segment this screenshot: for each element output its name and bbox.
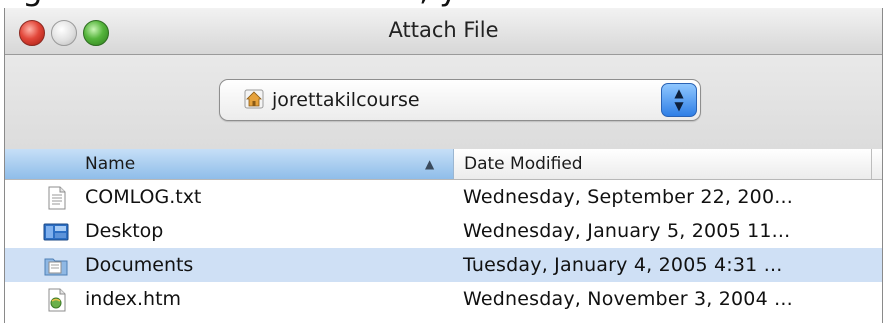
column-header-name[interactable]: Name ▲: [5, 149, 454, 179]
text-file-icon: [48, 186, 66, 210]
sort-ascending-icon: ▲: [425, 157, 435, 171]
file-list: COMLOG.txt Wednesday, September 22, 200.…: [5, 180, 882, 316]
file-row-desktop[interactable]: Desktop Wednesday, January 5, 2005 11...: [5, 214, 882, 248]
location-popup[interactable]: jorettakilcourse ▲ ▼: [219, 79, 701, 121]
file-row-comlog[interactable]: COMLOG.txt Wednesday, September 22, 200.…: [5, 180, 882, 214]
popup-arrows-icon[interactable]: ▲ ▼: [661, 83, 697, 117]
desktop-folder-icon: [43, 223, 69, 241]
column-header-name-label: Name: [85, 154, 136, 174]
file-date-modified: Wednesday, September 22, 200...: [463, 186, 793, 208]
file-name: index.htm: [85, 288, 182, 310]
documents-folder-icon: [44, 258, 68, 276]
window-title: Attach File: [388, 18, 499, 42]
location-toolbar: jorettakilcourse ▲ ▼: [5, 55, 882, 150]
file-name: Desktop: [85, 220, 164, 242]
file-list-header: Name ▲ Date Modified: [5, 149, 882, 180]
file-name: COMLOG.txt: [85, 186, 202, 208]
file-date-modified: Wednesday, November 3, 2004 ...: [463, 288, 793, 310]
file-name: Documents: [85, 254, 194, 276]
file-date-modified: Wednesday, January 5, 2005 11...: [463, 220, 791, 242]
home-icon: [244, 89, 264, 109]
column-header-date-modified[interactable]: Date Modified: [464, 154, 583, 174]
title-bar: Attach File: [5, 8, 882, 55]
file-date-modified: Tuesday, January 4, 2005 4:31 ...: [463, 254, 783, 276]
location-popup-label: jorettakilcourse: [272, 89, 420, 111]
attach-file-dialog: Attach File jorettakilcourse ▲ ▼ Name ▲ D…: [4, 8, 883, 323]
file-row-index[interactable]: index.htm Wednesday, November 3, 2004 ..…: [5, 282, 882, 316]
html-file-icon: [48, 288, 66, 312]
file-row-documents[interactable]: Documents Tuesday, January 4, 2005 4:31 …: [5, 248, 882, 282]
cropped-background-text: ng ............................... ....,…: [0, 0, 888, 8]
column-divider: [871, 149, 872, 179]
